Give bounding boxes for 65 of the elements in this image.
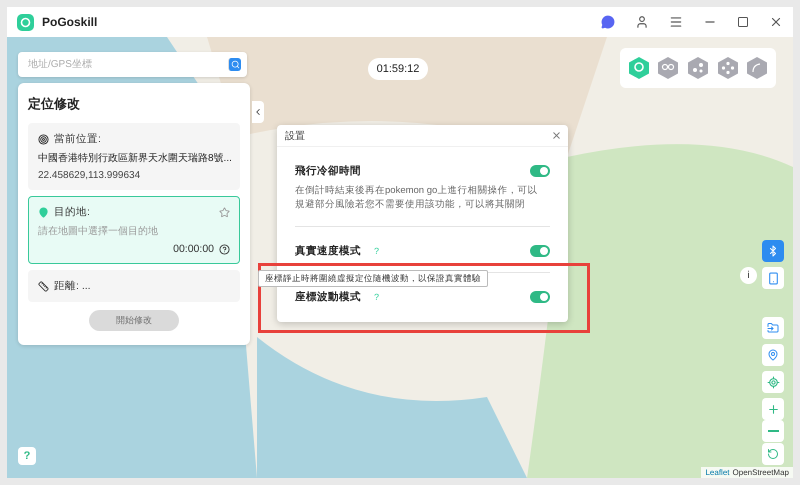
collapse-button[interactable] bbox=[252, 101, 264, 123]
ruler-icon bbox=[38, 280, 49, 292]
mode-button[interactable] bbox=[716, 56, 739, 80]
map-pin-icon bbox=[767, 349, 779, 361]
setting-title: 座標波動模式 bbox=[295, 290, 361, 304]
toggle-switch[interactable] bbox=[530, 165, 550, 177]
help-button[interactable]: ? bbox=[18, 447, 36, 465]
hexagon-icon bbox=[716, 56, 739, 80]
folder-icon bbox=[767, 322, 779, 334]
destination-placeholder: 請在地圖中選擇一個目的地 bbox=[38, 224, 159, 238]
duration-text: 00:00:00 bbox=[173, 243, 214, 255]
current-location-label: 當前位置: bbox=[54, 132, 102, 146]
distance-label: 距離: ... bbox=[54, 279, 92, 293]
toggle-switch[interactable] bbox=[530, 290, 550, 303]
menu-icon[interactable] bbox=[669, 15, 683, 29]
phone-icon bbox=[766, 272, 780, 284]
help-mark[interactable]: ? bbox=[374, 292, 525, 302]
phone-button[interactable] bbox=[762, 267, 784, 289]
search-bar[interactable]: 地址/GPS坐標 bbox=[18, 52, 247, 77]
zoom-out-button[interactable] bbox=[762, 420, 784, 442]
locate-button[interactable] bbox=[762, 371, 784, 393]
user-icon[interactable] bbox=[635, 15, 649, 29]
attribution-text: OpenStreetMap bbox=[732, 468, 789, 477]
mode-button[interactable] bbox=[657, 56, 680, 80]
setting-title: 飛行冷卻時間 bbox=[295, 164, 361, 178]
destination-card[interactable]: 目的地: 請在地圖中選擇一個目的地 00:00:00 bbox=[28, 196, 240, 264]
hexagon-icon bbox=[686, 56, 709, 80]
panel-title: 定位修改 bbox=[28, 95, 81, 113]
zoom-in-button[interactable] bbox=[762, 398, 784, 420]
close-button[interactable] bbox=[551, 130, 562, 141]
mode-button[interactable] bbox=[746, 56, 768, 80]
chat-icon[interactable] bbox=[601, 15, 615, 29]
reset-icon bbox=[767, 448, 779, 460]
tooltip: 座標靜止時將圍繞虛擬定位隨機波動，以保證真實體驗 bbox=[258, 270, 488, 287]
search-icon bbox=[230, 60, 240, 69]
locate-icon bbox=[766, 376, 780, 388]
help-icon[interactable] bbox=[219, 244, 230, 254]
plus-icon bbox=[766, 402, 780, 416]
close-icon[interactable] bbox=[769, 15, 783, 29]
reset-button[interactable] bbox=[762, 443, 784, 465]
target-icon bbox=[38, 134, 49, 144]
star-icon[interactable] bbox=[219, 206, 230, 218]
map-pin-icon bbox=[38, 206, 49, 218]
app-title: PoGoskill bbox=[42, 15, 98, 29]
folder-button[interactable] bbox=[762, 317, 784, 339]
bluetooth-icon bbox=[767, 245, 779, 257]
hexagon-icon bbox=[657, 56, 680, 80]
maximize-icon[interactable] bbox=[737, 16, 749, 28]
dialog-title: 設置 bbox=[285, 130, 305, 142]
app-logo bbox=[17, 14, 34, 30]
search-button[interactable] bbox=[228, 58, 241, 71]
mode-button[interactable] bbox=[686, 56, 709, 80]
pin-button[interactable] bbox=[762, 344, 784, 366]
help-mark[interactable]: ? bbox=[374, 246, 525, 256]
toggle-switch[interactable] bbox=[530, 244, 550, 257]
destination-label: 目的地: bbox=[54, 205, 91, 219]
setting-description: 在倒計時結束後再在pokemon go上進行相關操作，可以規避部分風險若您不需要使用該功能，可以將其關閉 bbox=[295, 184, 538, 212]
timer: 01:59:12 bbox=[368, 58, 428, 80]
coordinates-text: 22.458629,113.999634 bbox=[38, 170, 142, 181]
hexagon-icon bbox=[746, 56, 768, 80]
leaflet-link[interactable]: Leaflet bbox=[705, 468, 730, 477]
bluetooth-button[interactable] bbox=[762, 240, 784, 262]
minus-icon bbox=[768, 430, 778, 432]
setting-title: 真實速度模式 bbox=[295, 244, 361, 258]
address-text: 中國香港特別行政區新界天水圍天瑞路8號... bbox=[38, 152, 230, 165]
